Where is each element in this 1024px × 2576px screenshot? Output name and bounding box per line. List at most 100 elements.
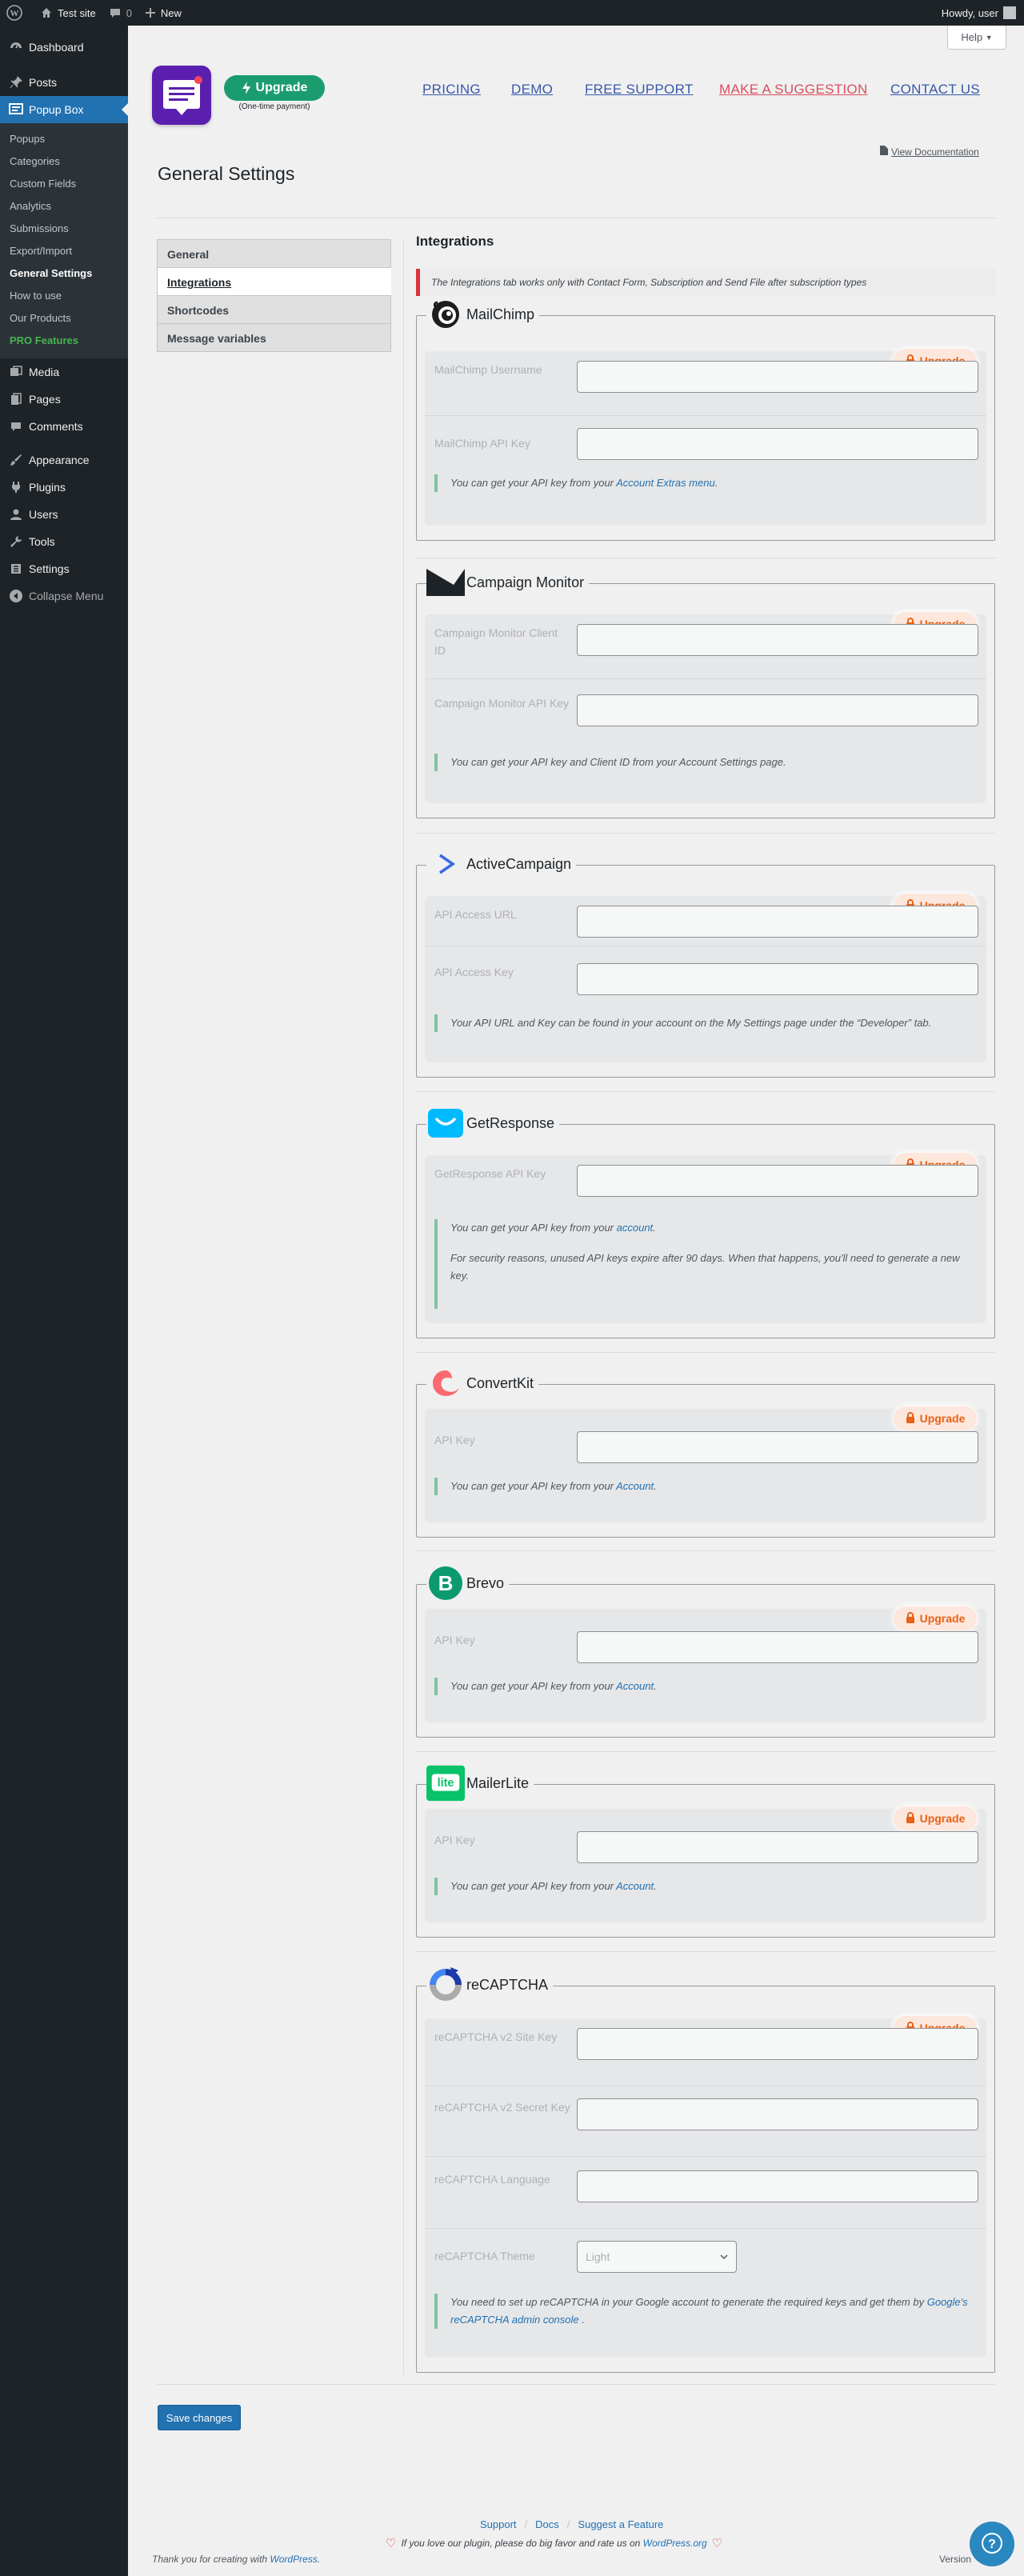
mailerlite-api-key-input[interactable]	[577, 1831, 978, 1863]
account-link[interactable]: Account	[616, 1880, 654, 1892]
account-link[interactable]: Account	[616, 1480, 654, 1492]
wordpress-logo-icon[interactable]: W	[0, 0, 34, 26]
mailchimp-username-input[interactable]	[577, 361, 978, 393]
tab-shortcodes[interactable]: Shortcodes	[157, 295, 391, 324]
submenu-popups[interactable]: Popups	[0, 128, 128, 150]
mailchimp-panel: Upgrade MailChimp Username MailChimp API…	[425, 349, 986, 526]
wordpress-link[interactable]: WordPress	[270, 2554, 317, 2565]
getresponse-api-key-input[interactable]	[577, 1165, 978, 1197]
submenu-general-settings[interactable]: General Settings	[0, 262, 128, 285]
submenu-our-products[interactable]: Our Products	[0, 307, 128, 330]
submenu-submissions[interactable]: Submissions	[0, 218, 128, 240]
header-upgrade-button[interactable]: Upgrade	[224, 75, 325, 101]
footer-docs-link[interactable]: Docs	[535, 2518, 559, 2530]
recaptcha-site-key-input[interactable]	[577, 2028, 978, 2060]
plugin-header: Upgrade (One-time payment) PRICING DEMO …	[128, 50, 1024, 142]
campaign-monitor-fieldset: Campaign Monitor Upgrade Campaign Monito…	[416, 566, 995, 818]
collapse-menu[interactable]: Collapse Menu	[0, 582, 128, 610]
recaptcha-theme-select[interactable]: Light	[577, 2241, 737, 2273]
menu-pages[interactable]: Pages	[0, 386, 128, 413]
recaptcha-logo-icon	[426, 1967, 465, 2001]
help-label: Help	[961, 31, 983, 43]
help-text: You can get your API key from your	[450, 1480, 617, 1492]
menu-label: Posts	[29, 76, 58, 89]
menu-tools[interactable]: Tools	[0, 528, 128, 555]
tab-general[interactable]: General	[157, 239, 391, 268]
help-text-end: .	[578, 2314, 585, 2326]
mailerlite-logo-text: lite	[438, 1777, 454, 1790]
mailchimp-api-key-input[interactable]	[577, 428, 978, 460]
row-divider	[425, 678, 986, 679]
campaign-api-key-input[interactable]	[577, 694, 978, 726]
upgrade-button[interactable]: Upgrade	[894, 1406, 977, 1430]
lock-icon	[906, 1611, 915, 1626]
link-demo[interactable]: DEMO	[511, 82, 553, 98]
campaign-client-id-input[interactable]	[577, 624, 978, 656]
footer-support-link[interactable]: Support	[480, 2518, 517, 2530]
help-text: You can get your API key from your	[450, 477, 617, 489]
page-title: General Settings	[158, 163, 295, 184]
upgrade-note: (One-time payment)	[238, 102, 310, 111]
admin-sidebar: Dashboard Posts Popup Box Popups Categor…	[0, 26, 128, 2576]
account-extras-link[interactable]: Account Extras menu	[616, 477, 715, 489]
menu-users[interactable]: Users	[0, 501, 128, 528]
link-make-a-suggestion[interactable]: MAKE A SUGGESTION	[719, 82, 868, 98]
campaign-help: You can get your API key and Client ID f…	[434, 754, 977, 771]
mailerlite-help: You can get your API key from your Accou…	[434, 1878, 977, 1895]
submenu-custom-fields[interactable]: Custom Fields	[0, 173, 128, 195]
help-text: You need to set up reCAPTCHA in your Goo…	[450, 2296, 927, 2308]
my-account[interactable]: Howdy, user	[942, 6, 1024, 19]
account-link[interactable]: account	[617, 1222, 654, 1234]
link-free-support[interactable]: FREE SUPPORT	[585, 82, 694, 98]
submenu-categories[interactable]: Categories	[0, 150, 128, 173]
comments-link[interactable]: 0	[102, 0, 138, 26]
save-changes-button[interactable]: Save changes	[158, 2405, 241, 2430]
account-link[interactable]: Account	[616, 1680, 654, 1692]
upgrade-button[interactable]: Upgrade	[894, 1606, 977, 1630]
recaptcha-language-input[interactable]	[577, 2170, 978, 2202]
link-contact-us[interactable]: CONTACT US	[890, 82, 980, 98]
row-divider	[425, 2228, 986, 2229]
brevo-api-key-input[interactable]	[577, 1631, 978, 1663]
recaptcha-site-key-row: reCAPTCHA v2 Site Key	[425, 2028, 986, 2076]
help-bubble-button[interactable]: ?	[970, 2522, 1014, 2566]
menu-posts[interactable]: Posts	[0, 69, 128, 96]
menu-label: Media	[29, 366, 60, 378]
menu-settings[interactable]: Settings	[0, 555, 128, 582]
field-label: MailChimp API Key	[434, 437, 530, 450]
submenu-how-to-use[interactable]: How to use	[0, 285, 128, 307]
new-content-link[interactable]: New	[138, 0, 188, 26]
brevo-legend: B Brevo	[426, 1566, 510, 1600]
submenu-analytics[interactable]: Analytics	[0, 195, 128, 218]
activecampaign-logo-icon	[426, 848, 465, 880]
help-tab-button[interactable]: Help ▼	[947, 26, 1006, 50]
api-access-url-input[interactable]	[577, 906, 978, 938]
divider	[157, 2384, 995, 2385]
menu-plugins[interactable]: Plugins	[0, 474, 128, 501]
wordpress-org-link[interactable]: WordPress.org	[643, 2538, 707, 2549]
convertkit-api-key-input[interactable]	[577, 1431, 978, 1463]
field-label: API Access URL	[434, 908, 517, 921]
footer-suggest-link[interactable]: Suggest a Feature	[578, 2518, 663, 2530]
site-name-link[interactable]: Test site	[34, 0, 102, 26]
document-icon	[880, 146, 888, 158]
view-documentation-link[interactable]: View Documentation	[880, 146, 979, 158]
menu-popup-box[interactable]: Popup Box	[0, 96, 128, 123]
plus-icon	[145, 8, 155, 18]
submenu-export-import[interactable]: Export/Import	[0, 240, 128, 262]
menu-dashboard[interactable]: Dashboard	[0, 34, 128, 61]
divider	[416, 1751, 995, 1752]
upgrade-button[interactable]: Upgrade	[894, 1806, 977, 1830]
tab-integrations[interactable]: Integrations	[157, 267, 391, 296]
convertkit-logo-icon	[426, 1367, 465, 1399]
api-access-key-input[interactable]	[577, 963, 978, 995]
menu-comments[interactable]: Comments	[0, 413, 128, 440]
tab-message-variables[interactable]: Message variables	[157, 323, 391, 352]
menu-media[interactable]: Media	[0, 358, 128, 386]
link-pricing[interactable]: PRICING	[422, 82, 481, 98]
recaptcha-secret-key-input[interactable]	[577, 2098, 978, 2130]
convertkit-legend: ConvertKit	[426, 1367, 539, 1399]
menu-appearance[interactable]: Appearance	[0, 446, 128, 474]
submenu-pro-features[interactable]: PRO Features	[0, 330, 128, 352]
brevo-api-key-row: API Key	[425, 1631, 986, 1666]
